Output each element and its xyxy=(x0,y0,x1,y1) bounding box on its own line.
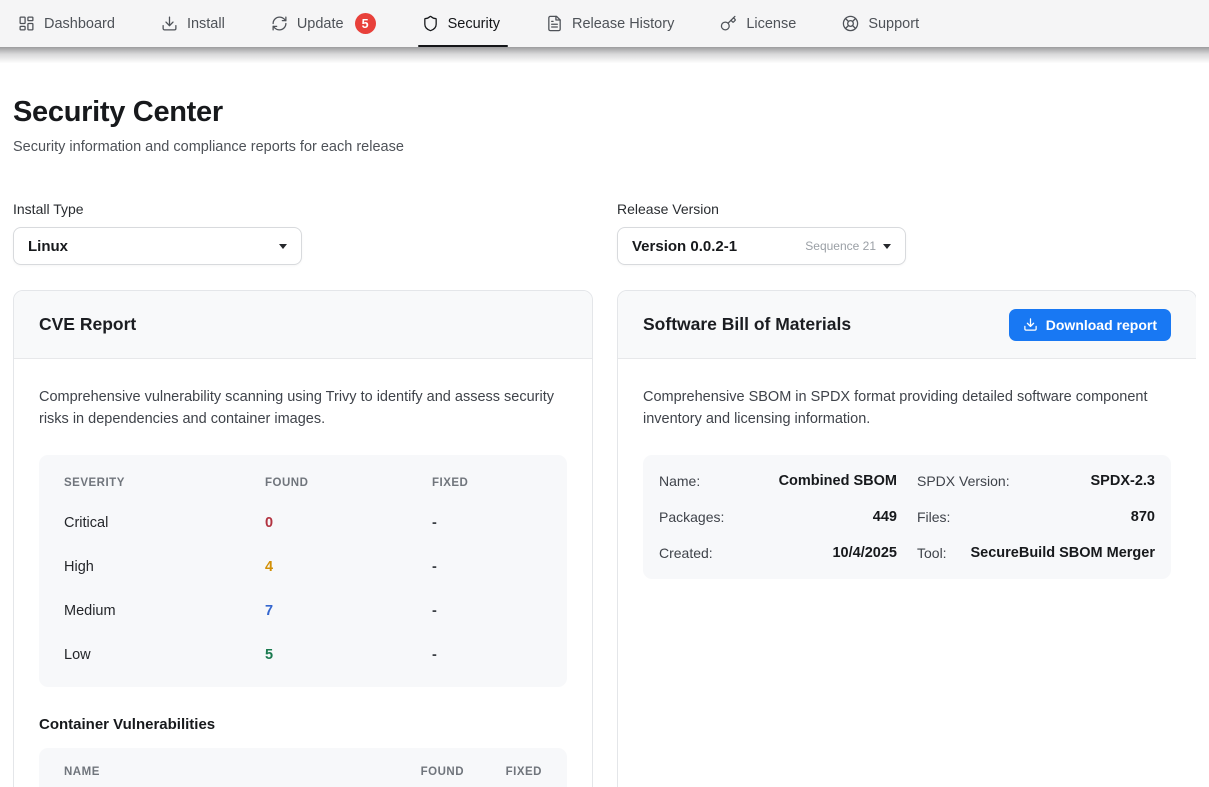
sbom-card-header: Software Bill of Materials Download repo… xyxy=(618,291,1196,359)
release-version-field: Release Version Version 0.0.2-1 Sequence… xyxy=(617,201,1197,265)
sbom-card: Software Bill of Materials Download repo… xyxy=(617,290,1196,787)
col-fixed: FIXED xyxy=(432,477,542,489)
meta-value: SecureBuild SBOM Merger xyxy=(970,545,1155,561)
dashboard-icon xyxy=(18,15,35,32)
chevron-down-icon xyxy=(883,244,891,249)
meta-label: Created: xyxy=(659,545,713,561)
found-count: 0 xyxy=(265,515,432,531)
refresh-icon xyxy=(271,15,288,32)
fixed-count: - xyxy=(432,603,542,619)
table-row: High 4 - xyxy=(39,545,567,589)
list-item: Name: Combined SBOM xyxy=(659,463,897,499)
lifebuoy-icon xyxy=(842,15,859,32)
page-subtitle: Security information and compliance repo… xyxy=(13,139,1196,155)
found-count: 7 xyxy=(265,603,432,619)
sbom-card-title: Software Bill of Materials xyxy=(643,314,851,335)
meta-label: Files: xyxy=(917,509,950,525)
meta-value: 10/4/2025 xyxy=(832,545,897,561)
col-found: FOUND xyxy=(372,766,464,778)
update-count-badge: 5 xyxy=(355,13,376,34)
sequence-text: Sequence 21 xyxy=(805,239,876,253)
container-vulnerabilities-title: Container Vulnerabilities xyxy=(39,716,567,733)
tab-label: Security xyxy=(448,16,500,32)
container-vulnerabilities-section: Container Vulnerabilities NAME FOUND FIX… xyxy=(39,716,567,787)
shield-icon xyxy=(422,15,439,32)
install-type-value: Linux xyxy=(28,238,279,255)
meta-label: SPDX Version: xyxy=(917,473,1010,489)
meta-value: 870 xyxy=(1131,509,1155,525)
fixed-count: - xyxy=(432,559,542,575)
download-icon xyxy=(161,15,178,32)
cve-report-card: CVE Report Comprehensive vulnerability s… xyxy=(13,290,593,787)
sbom-description: Comprehensive SBOM in SPDX format provid… xyxy=(643,387,1171,430)
install-type-field: Install Type Linux xyxy=(13,201,593,265)
list-item: Tool: SecureBuild SBOM Merger xyxy=(917,535,1155,571)
tab-label: Support xyxy=(868,16,919,32)
tab-label: Release History xyxy=(572,16,674,32)
col-severity: SEVERITY xyxy=(64,477,265,489)
container-table-header: NAME FOUND FIXED xyxy=(39,748,567,787)
tab-label: Update xyxy=(297,16,344,32)
found-count: 5 xyxy=(265,647,432,663)
chevron-down-icon xyxy=(279,244,287,249)
table-row: Medium 7 - xyxy=(39,589,567,633)
install-type-select[interactable]: Linux xyxy=(13,227,302,265)
meta-label: Packages: xyxy=(659,509,724,525)
severity-label: Medium xyxy=(64,603,265,619)
meta-label: Tool: xyxy=(917,545,947,561)
list-item: Created: 10/4/2025 xyxy=(659,535,897,571)
tab-security[interactable]: Security xyxy=(422,0,500,47)
meta-value: 449 xyxy=(873,509,897,525)
tab-license[interactable]: License xyxy=(720,0,796,47)
severity-table: SEVERITY FOUND FIXED Critical 0 - High 4… xyxy=(39,455,567,687)
meta-value: Combined SBOM xyxy=(779,473,897,489)
tab-label: Install xyxy=(187,16,225,32)
severity-label: Critical xyxy=(64,515,265,531)
fixed-count: - xyxy=(432,515,542,531)
cve-card-header: CVE Report xyxy=(14,291,592,359)
cve-card-title: CVE Report xyxy=(39,314,136,335)
col-fixed: FIXED xyxy=(464,766,542,778)
meta-value: SPDX-2.3 xyxy=(1091,473,1155,489)
filters-row: Install Type Linux Release Version Versi… xyxy=(13,201,1196,265)
table-row: Low 5 - xyxy=(39,633,567,677)
list-item: Packages: 449 xyxy=(659,499,897,535)
severity-label: Low xyxy=(64,647,265,663)
tab-label: Dashboard xyxy=(44,16,115,32)
meta-label: Name: xyxy=(659,473,700,489)
found-count: 4 xyxy=(265,559,432,575)
tab-update[interactable]: Update 5 xyxy=(271,0,376,47)
top-navbar: Dashboard Install Update 5 Security Rele… xyxy=(0,0,1209,47)
header-shadow-band xyxy=(0,47,1209,63)
release-version-value: Version 0.0.2-1 xyxy=(632,238,805,255)
fixed-count: - xyxy=(432,647,542,663)
tab-dashboard[interactable]: Dashboard xyxy=(18,0,115,47)
download-icon xyxy=(1023,317,1038,332)
document-icon xyxy=(546,15,563,32)
table-row: Critical 0 - xyxy=(39,501,567,545)
tab-support[interactable]: Support xyxy=(842,0,919,47)
cards-row: CVE Report Comprehensive vulnerability s… xyxy=(13,290,1196,787)
tab-release-history[interactable]: Release History xyxy=(546,0,674,47)
tab-label: License xyxy=(746,16,796,32)
tab-install[interactable]: Install xyxy=(161,0,225,47)
download-report-button[interactable]: Download report xyxy=(1009,309,1171,341)
list-item: Files: 870 xyxy=(917,499,1155,535)
key-icon xyxy=(720,15,737,32)
install-type-label: Install Type xyxy=(13,201,593,217)
page-title: Security Center xyxy=(13,96,1196,129)
severity-table-header: SEVERITY FOUND FIXED xyxy=(39,465,567,501)
cve-description: Comprehensive vulnerability scanning usi… xyxy=(39,387,567,430)
col-found: FOUND xyxy=(265,477,432,489)
severity-label: High xyxy=(64,559,265,575)
release-version-label: Release Version xyxy=(617,201,1197,217)
list-item: SPDX Version: SPDX-2.3 xyxy=(917,463,1155,499)
release-version-select[interactable]: Version 0.0.2-1 Sequence 21 xyxy=(617,227,906,265)
sbom-metadata: Name: Combined SBOM SPDX Version: SPDX-2… xyxy=(643,455,1171,579)
col-name: NAME xyxy=(64,766,372,778)
download-report-label: Download report xyxy=(1046,317,1157,333)
